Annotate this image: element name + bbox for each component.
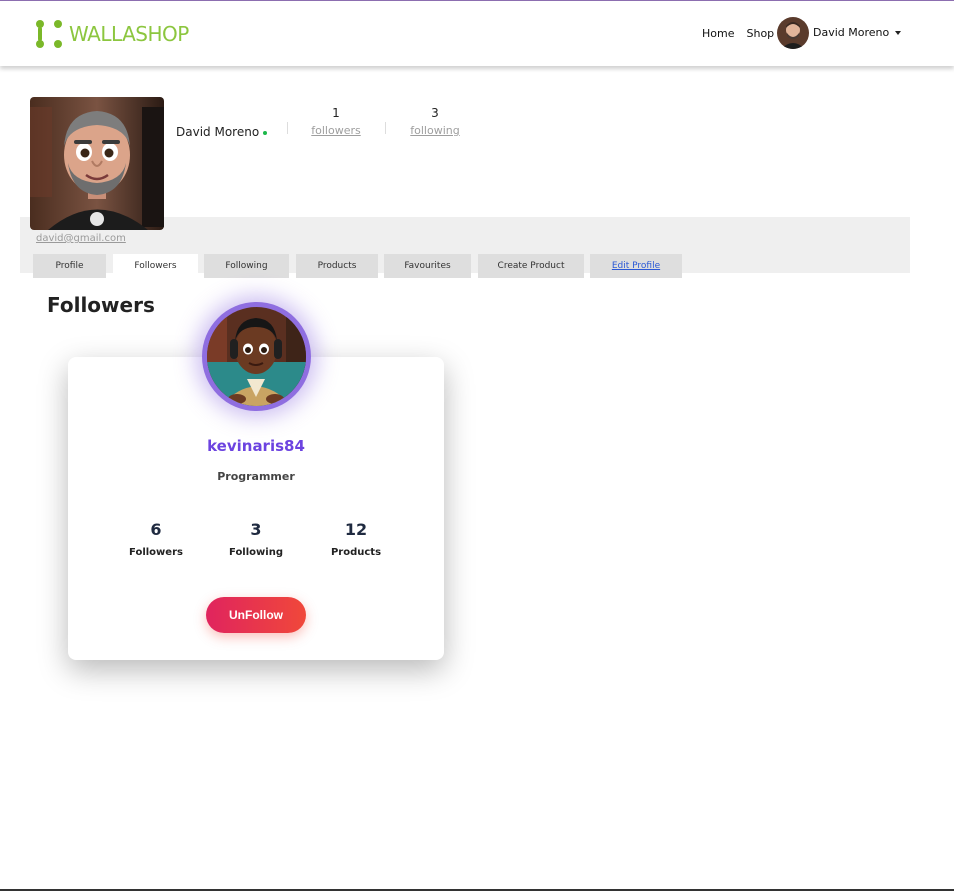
unfollow-button[interactable]: UnFollow [206,597,306,633]
card-stat-products: 12 Products [311,520,401,558]
profile-email[interactable]: david@gmail.com [36,233,126,244]
followers-count: 1 [332,106,340,120]
following-stat[interactable]: 3 following [405,106,465,137]
nav-user-name: David Moreno [813,26,890,39]
following-link[interactable]: following [405,124,465,137]
stat-label: Products [330,547,382,558]
stat-label: Followers [129,547,183,558]
following-count: 3 [431,106,439,120]
nav-shop-link[interactable]: Shop [746,27,774,40]
follower-role: Programmer [217,470,295,483]
card-stat-following: 3 Following [211,520,301,558]
divider [287,122,288,134]
tab-profile[interactable]: Profile [33,254,106,278]
tab-favourites[interactable]: Favourites [384,254,471,278]
follower-username[interactable]: kevinaris84 [68,437,444,455]
divider [385,122,386,134]
followers-stat[interactable]: 1 followers [306,106,366,137]
section-title: Followers [47,293,155,317]
stat-value: 3 [250,520,262,539]
tab-followers[interactable]: Followers [113,254,198,278]
online-status-dot [263,131,268,135]
brand-logo[interactable]: WALLASHOP [34,19,189,49]
tab-following[interactable]: Following [204,254,289,278]
chevron-down-icon [895,30,902,35]
tab-create-product[interactable]: Create Product [478,254,584,278]
stat-value: 6 [150,520,162,539]
card-stat-followers: 6 Followers [111,520,201,558]
user-menu-toggle[interactable]: David Moreno [813,26,902,39]
brand-name: WALLASHOP [69,22,189,46]
navbar: WALLASHOP Home Shop David Moreno [0,1,954,66]
tab-products[interactable]: Products [296,254,378,278]
bottom-border [0,889,954,891]
nav-avatar[interactable] [777,17,809,49]
nav-home-link[interactable]: Home [702,27,734,40]
stat-label: Following [229,547,283,558]
followers-link[interactable]: followers [306,124,366,137]
profile-name: David Moreno [176,125,260,139]
profile-avatar [30,97,164,230]
tab-edit-profile[interactable]: Edit Profile [590,254,682,278]
stat-value: 12 [344,520,368,539]
logo-icon [34,19,64,49]
follower-avatar[interactable] [202,302,311,411]
